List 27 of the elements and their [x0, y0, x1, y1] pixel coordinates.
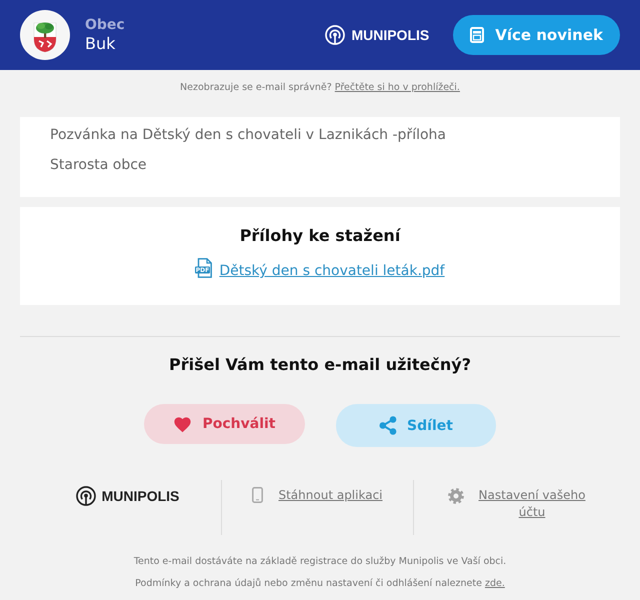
message-text: Starosta obce: [50, 156, 147, 175]
municipality-name: Buk: [85, 34, 116, 54]
attachments-title: Přílohy ke stažení: [240, 225, 400, 247]
attachment-link[interactable]: Dětský den s chovateli leták.pdf: [219, 261, 445, 281]
share-icon: [379, 416, 398, 435]
account-settings-link[interactable]: Nastavení vašeho účtu: [478, 487, 586, 521]
brand-logo-text: MUNIPOLIS: [351, 26, 430, 45]
footer-note: Podmínky a ochrana údajů nebo změnu nastavení či odhlášení naleznete zde.: [135, 577, 505, 591]
brand-logo-text: MUNIPOLIS: [102, 487, 180, 506]
gear-icon: [448, 488, 464, 504]
browser-view-link[interactable]: Přečtěte si ho v prohlížeči.: [334, 82, 460, 93]
here-link[interactable]: zde.: [484, 578, 505, 589]
more-news-button[interactable]: Více novinek: [453, 15, 620, 55]
share-button[interactable]: Sdílet: [336, 404, 496, 447]
phone-icon: [252, 487, 264, 503]
emblem-icon: [20, 10, 70, 60]
broadcast-icon: [325, 25, 346, 45]
municipality-type: Obec: [85, 16, 125, 34]
notice-text: Nezobrazuje se e-mail správně? Přečtěte si ho v prohlížeči.: [180, 81, 460, 95]
broadcast-icon: [76, 486, 96, 506]
feedback-question: Přišel Vám tento e-mail užitečný?: [169, 354, 471, 376]
heart-icon: [173, 416, 192, 432]
download-app-link[interactable]: Stáhnout aplikaci: [278, 487, 382, 504]
message-text: Pozvánka na Dětský den s chovateli v Laznikách -příloha: [50, 126, 446, 145]
footer-note: Tento e-mail dostáváte na základě registrace do služby Munipolis ve Vaší obci.: [134, 555, 506, 569]
praise-button[interactable]: Pochválit: [144, 404, 305, 444]
newspaper-icon: [470, 27, 484, 43]
